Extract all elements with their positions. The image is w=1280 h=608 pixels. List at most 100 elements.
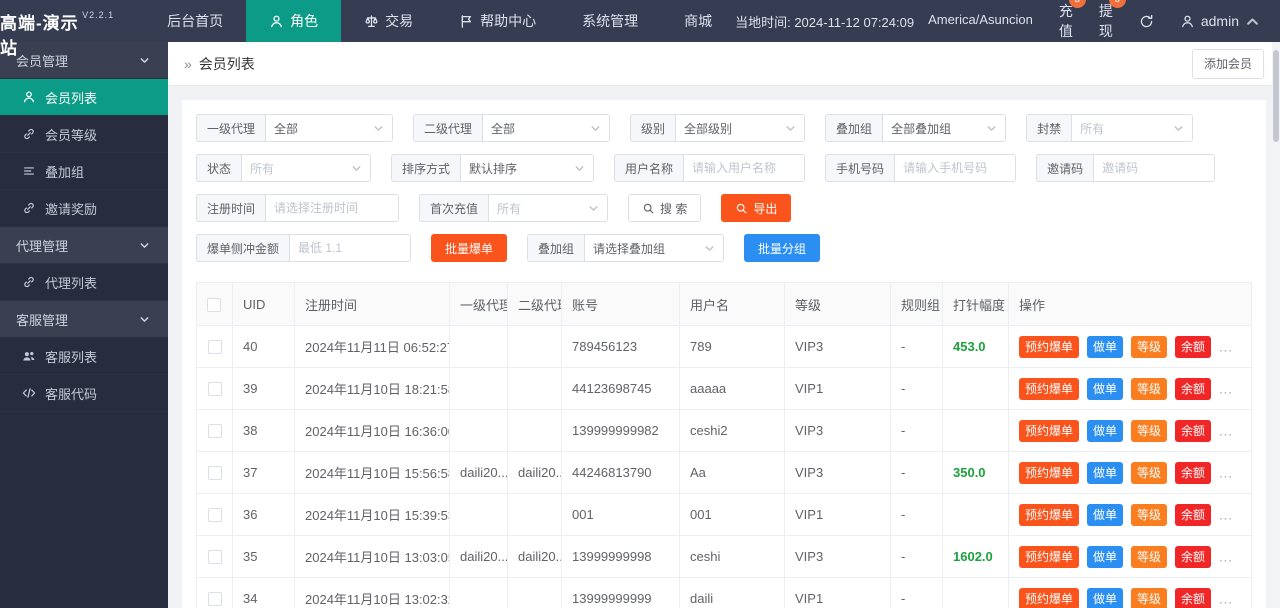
reserve-blast-button[interactable]: 预约爆单	[1019, 461, 1080, 484]
make-order-button[interactable]: 做单	[1087, 335, 1124, 358]
reserve-blast-button[interactable]: 预约爆单	[1019, 335, 1080, 358]
balance-button[interactable]: 余额	[1175, 461, 1212, 484]
scrollbar-thumb[interactable]	[1273, 50, 1279, 142]
select-all-checkbox[interactable]	[207, 297, 221, 312]
level-button[interactable]: 等级	[1131, 377, 1168, 400]
balance-button[interactable]: 余额	[1175, 545, 1212, 568]
cell-register-time: 2024年11月10日 15:39:53	[294, 493, 450, 536]
sidebar-group-agent-management[interactable]: 代理管理	[0, 227, 168, 264]
filter-batch-stack-group-select[interactable]: 请选择叠加组	[584, 234, 725, 262]
sidebar-item-agent-list[interactable]: 代理列表	[0, 264, 168, 301]
balance-button[interactable]: 余额	[1175, 503, 1212, 526]
reserve-blast-button[interactable]: 预约爆单	[1019, 503, 1080, 526]
more-actions[interactable]: ...	[1219, 423, 1233, 438]
nav-item-role[interactable]: 角色	[246, 0, 342, 42]
reserve-blast-button[interactable]: 预约爆单	[1019, 419, 1080, 442]
sidebar-item-member-level[interactable]: 会员等级	[0, 116, 168, 153]
nav-item-trade[interactable]: 交易	[341, 0, 436, 42]
filter-ban-select[interactable]: 所有	[1071, 114, 1194, 142]
search-button[interactable]: 搜 索	[628, 194, 702, 222]
cell-agent1	[449, 367, 508, 410]
level-button[interactable]: 等级	[1131, 335, 1168, 358]
more-actions[interactable]: ...	[1219, 591, 1233, 606]
withdraw-button[interactable]: 提现 0	[1099, 0, 1126, 41]
filter-first-recharge-select[interactable]: 所有	[488, 194, 609, 222]
cell-injection-range	[942, 367, 1009, 410]
reserve-blast-button[interactable]: 预约爆单	[1019, 545, 1080, 568]
cell-register-time: 2024年11月10日 18:21:58	[294, 367, 450, 410]
row-checkbox[interactable]	[207, 508, 222, 523]
table-row: 36 2024年11月10日 15:39:53 001 001 VIP1 - 预…	[196, 493, 1252, 536]
filter-reg-time-input[interactable]	[265, 194, 400, 222]
filter-level-select[interactable]: 全部级别	[675, 114, 806, 142]
cell-register-time: 2024年11月11日 06:52:27	[294, 325, 450, 368]
refresh-icon[interactable]	[1139, 14, 1154, 29]
level-button[interactable]: 等级	[1131, 503, 1168, 526]
reserve-blast-button[interactable]: 预约爆单	[1019, 377, 1080, 400]
sidebar-item-service-code[interactable]: 客服代码	[0, 375, 168, 412]
row-checkbox[interactable]	[207, 424, 222, 439]
nav-item-help[interactable]: 帮助中心	[436, 0, 559, 42]
filter-blast-amount-input[interactable]	[289, 234, 412, 262]
balance-button[interactable]: 余额	[1175, 335, 1212, 358]
more-actions[interactable]: ...	[1219, 339, 1233, 354]
sidebar-item-invite-reward[interactable]: 邀请奖励	[0, 190, 168, 227]
row-checkbox[interactable]	[207, 466, 222, 481]
sidebar-item-service-list[interactable]: 客服列表	[0, 338, 168, 375]
row-checkbox[interactable]	[207, 592, 222, 607]
filter-sort: 排序方式 默认排序	[391, 154, 595, 182]
row-checkbox[interactable]	[207, 382, 222, 397]
sidebar-toggle-button[interactable]	[114, 0, 144, 42]
export-button[interactable]: 导出	[721, 194, 792, 222]
nav-item-system[interactable]: 系统管理	[559, 0, 661, 42]
recharge-button[interactable]: 充值 5	[1059, 0, 1086, 41]
code-icon	[22, 386, 36, 400]
row-checkbox[interactable]	[207, 550, 222, 565]
cell-rule-group: -	[890, 367, 943, 410]
vertical-scrollbar[interactable]	[1272, 42, 1280, 608]
filter-invite-code-input[interactable]	[1093, 154, 1216, 182]
level-button[interactable]: 等级	[1131, 545, 1168, 568]
more-actions[interactable]: ...	[1219, 465, 1233, 480]
make-order-button[interactable]: 做单	[1087, 545, 1124, 568]
more-actions[interactable]: ...	[1219, 381, 1233, 396]
cell-register-time: 2024年11月10日 15:56:58	[294, 451, 450, 494]
make-order-button[interactable]: 做单	[1087, 503, 1124, 526]
filter-username-input[interactable]	[683, 154, 806, 182]
balance-button[interactable]: 余额	[1175, 419, 1212, 442]
level-button[interactable]: 等级	[1131, 587, 1168, 608]
filter-agent1-select[interactable]: 全部	[265, 114, 394, 142]
member-table: UID 注册时间 一级代理 二级代理 账号 用户名 等级 规则组 打针幅度 操作…	[196, 282, 1252, 608]
filter-status-select[interactable]: 所有	[241, 154, 372, 182]
sidebar-item-member-list[interactable]: 会员列表	[0, 79, 168, 116]
add-member-button[interactable]: 添加会员	[1191, 48, 1264, 79]
user-icon	[1180, 14, 1195, 29]
balance-button[interactable]: 余额	[1175, 377, 1212, 400]
make-order-button[interactable]: 做单	[1087, 587, 1124, 608]
filter-stack-group-select[interactable]: 全部叠加组	[882, 114, 1007, 142]
batch-group-button[interactable]: 批量分组	[744, 234, 821, 262]
make-order-button[interactable]: 做单	[1087, 419, 1124, 442]
make-order-button[interactable]: 做单	[1087, 377, 1124, 400]
filter-invite-code: 邀请码	[1036, 154, 1216, 182]
nav-item-mall[interactable]: 商城	[661, 0, 735, 42]
filter-phone-input[interactable]	[894, 154, 1017, 182]
row-checkbox[interactable]	[207, 340, 222, 355]
level-button[interactable]: 等级	[1131, 419, 1168, 442]
filter-agent2-select[interactable]: 全部	[482, 114, 611, 142]
more-actions[interactable]: ...	[1219, 507, 1233, 522]
make-order-button[interactable]: 做单	[1087, 461, 1124, 484]
cell-level: VIP3	[784, 535, 891, 578]
more-actions[interactable]: ...	[1219, 549, 1233, 564]
sidebar-item-stack-group[interactable]: 叠加组	[0, 153, 168, 190]
sidebar-group-service-management[interactable]: 客服管理	[0, 301, 168, 338]
table-row: 34 2024年11月10日 13:02:32 13999999999 dail…	[196, 577, 1252, 608]
nav-item-home[interactable]: 后台首页	[144, 0, 246, 42]
cell-actions: 预约爆单 做单 等级 余额...	[1008, 577, 1252, 608]
filter-sort-select[interactable]: 默认排序	[460, 154, 595, 182]
reserve-blast-button[interactable]: 预约爆单	[1019, 587, 1080, 608]
balance-button[interactable]: 余额	[1175, 587, 1212, 608]
batch-blast-button[interactable]: 批量爆单	[431, 234, 508, 262]
level-button[interactable]: 等级	[1131, 461, 1168, 484]
user-menu[interactable]: admin	[1180, 13, 1260, 29]
